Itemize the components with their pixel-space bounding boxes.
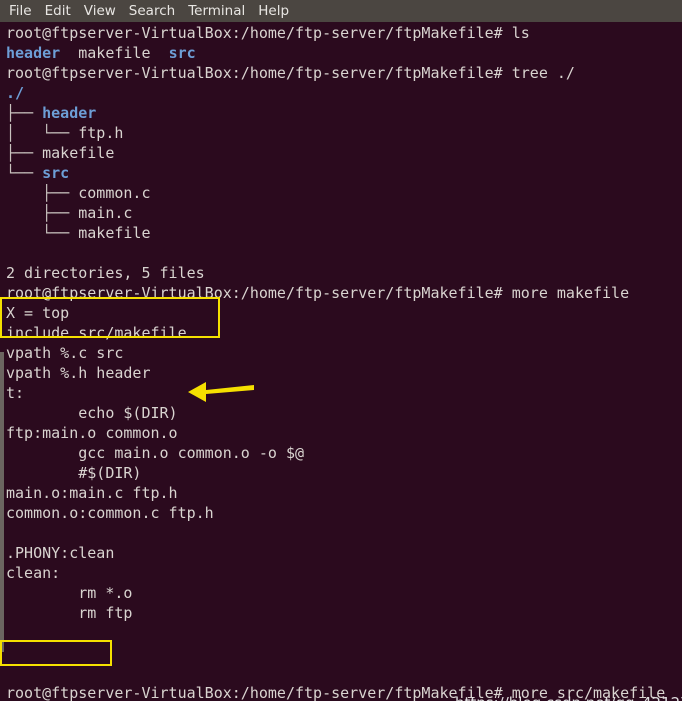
directory-name: header <box>6 44 61 62</box>
terminal-text: #$(DIR) <box>6 464 142 482</box>
terminal-line: vpath %.h header <box>4 363 682 383</box>
terminal-text: t: <box>6 384 25 402</box>
terminal-line: ├── main.c <box>4 203 682 223</box>
terminal-line: rm ftp <box>4 603 682 623</box>
terminal-text: gcc main.o common.o -o $@ <box>6 444 305 462</box>
terminal-text: X = top <box>6 304 70 322</box>
terminal-line: │ └── ftp.h <box>4 123 682 143</box>
terminal-text: makefile <box>42 144 115 162</box>
terminal-text: main.c <box>78 204 133 222</box>
terminal-text: main.o:main.c ftp.h <box>6 484 178 502</box>
directory-name: src <box>168 44 196 62</box>
directory-name: src <box>42 164 70 182</box>
terminal-line: include src/makefile <box>4 323 682 343</box>
terminal-text: echo $(DIR) <box>6 404 178 422</box>
shell-prompt-line: root@ftpserver-VirtualBox:/home/ftp-serv… <box>6 24 530 42</box>
terminal-line: #$(DIR) <box>4 463 682 483</box>
menu-item-view[interactable]: View <box>84 0 116 22</box>
terminal-line: common.o:common.c ftp.h <box>4 503 682 523</box>
terminal-text: makefile <box>78 224 151 242</box>
terminal-text: clean: <box>6 564 61 582</box>
terminal-text: ├── <box>6 184 79 202</box>
menu-item-terminal[interactable]: Terminal <box>188 0 245 22</box>
terminal-line: ├── header <box>4 103 682 123</box>
menu-item-file[interactable]: File <box>9 0 32 22</box>
terminal-text: ├── <box>6 204 79 222</box>
terminal-text: makefile <box>78 44 151 62</box>
terminal-text: common.o:common.c ftp.h <box>6 504 214 522</box>
terminal-line: ftp:main.o common.o <box>4 423 682 443</box>
terminal-line: vpath %.c src <box>4 343 682 363</box>
terminal-text: ├── <box>6 104 43 122</box>
terminal-line: t: <box>4 383 682 403</box>
menu-item-edit[interactable]: Edit <box>45 0 71 22</box>
terminal-line: X = top <box>4 303 682 323</box>
directory-name: ./ <box>6 84 25 102</box>
terminal-line: root@ftpserver-VirtualBox:/home/ftp-serv… <box>4 63 682 83</box>
terminal-text: ftp:main.o common.o <box>6 424 178 442</box>
terminal-text: vpath %.c src <box>6 344 124 362</box>
terminal-text: └── <box>6 224 79 242</box>
terminal-text: rm *.o <box>6 584 133 602</box>
shell-prompt-line: root@ftpserver-VirtualBox:/home/ftp-serv… <box>6 64 575 82</box>
terminal-line: .PHONY:clean <box>4 543 682 563</box>
terminal-text: vpath %.h header <box>6 364 151 382</box>
menu-bar: File Edit View Search Terminal Help <box>0 0 682 22</box>
terminal-body[interactable]: root@ftpserver-VirtualBox:/home/ftp-serv… <box>0 22 682 701</box>
terminal-line: gcc main.o common.o -o $@ <box>4 443 682 463</box>
terminal-line: rm *.o <box>4 583 682 603</box>
terminal-text: .PHONY:clean <box>6 544 115 562</box>
terminal-line: root@ftpserver-VirtualBox:/home/ftp-serv… <box>4 283 682 303</box>
terminal-text: 2 directories, 5 files <box>6 264 205 282</box>
terminal-line: └── makefile <box>4 223 682 243</box>
terminal-window: File Edit View Search Terminal Help root… <box>0 0 682 701</box>
terminal-text: include src/makefile <box>6 324 187 342</box>
terminal-text: common.c <box>78 184 151 202</box>
terminal-line: echo $(DIR) <box>4 403 682 423</box>
shell-prompt-line: root@ftpserver-VirtualBox:/home/ftp-serv… <box>6 684 666 701</box>
terminal-text: rm ftp <box>6 604 133 622</box>
terminal-line: ./ <box>4 83 682 103</box>
terminal-line: 2 directories, 5 files <box>4 263 682 283</box>
terminal-line: header makefile src <box>4 43 682 63</box>
terminal-line: root@ftpserver-VirtualBox:/home/ftp-serv… <box>4 23 682 43</box>
terminal-text: ├── <box>6 144 43 162</box>
shell-prompt-line: root@ftpserver-VirtualBox:/home/ftp-serv… <box>6 284 630 302</box>
terminal-text: │ └── <box>6 124 79 142</box>
terminal-text: └── <box>6 164 43 182</box>
menu-item-help[interactable]: Help <box>258 0 289 22</box>
menu-item-search[interactable]: Search <box>129 0 175 22</box>
terminal-line: ├── makefile <box>4 143 682 163</box>
terminal-text: ftp.h <box>78 124 124 142</box>
terminal-line: root@ftpserver-VirtualBox:/home/ftp-serv… <box>4 683 682 701</box>
terminal-line: ├── common.c <box>4 183 682 203</box>
terminal-line: └── src <box>4 163 682 183</box>
terminal-line: clean: <box>4 563 682 583</box>
terminal-line: main.o:main.c ftp.h <box>4 483 682 503</box>
terminal-screen[interactable]: root@ftpserver-VirtualBox:/home/ftp-serv… <box>4 22 682 701</box>
directory-name: header <box>42 104 97 122</box>
